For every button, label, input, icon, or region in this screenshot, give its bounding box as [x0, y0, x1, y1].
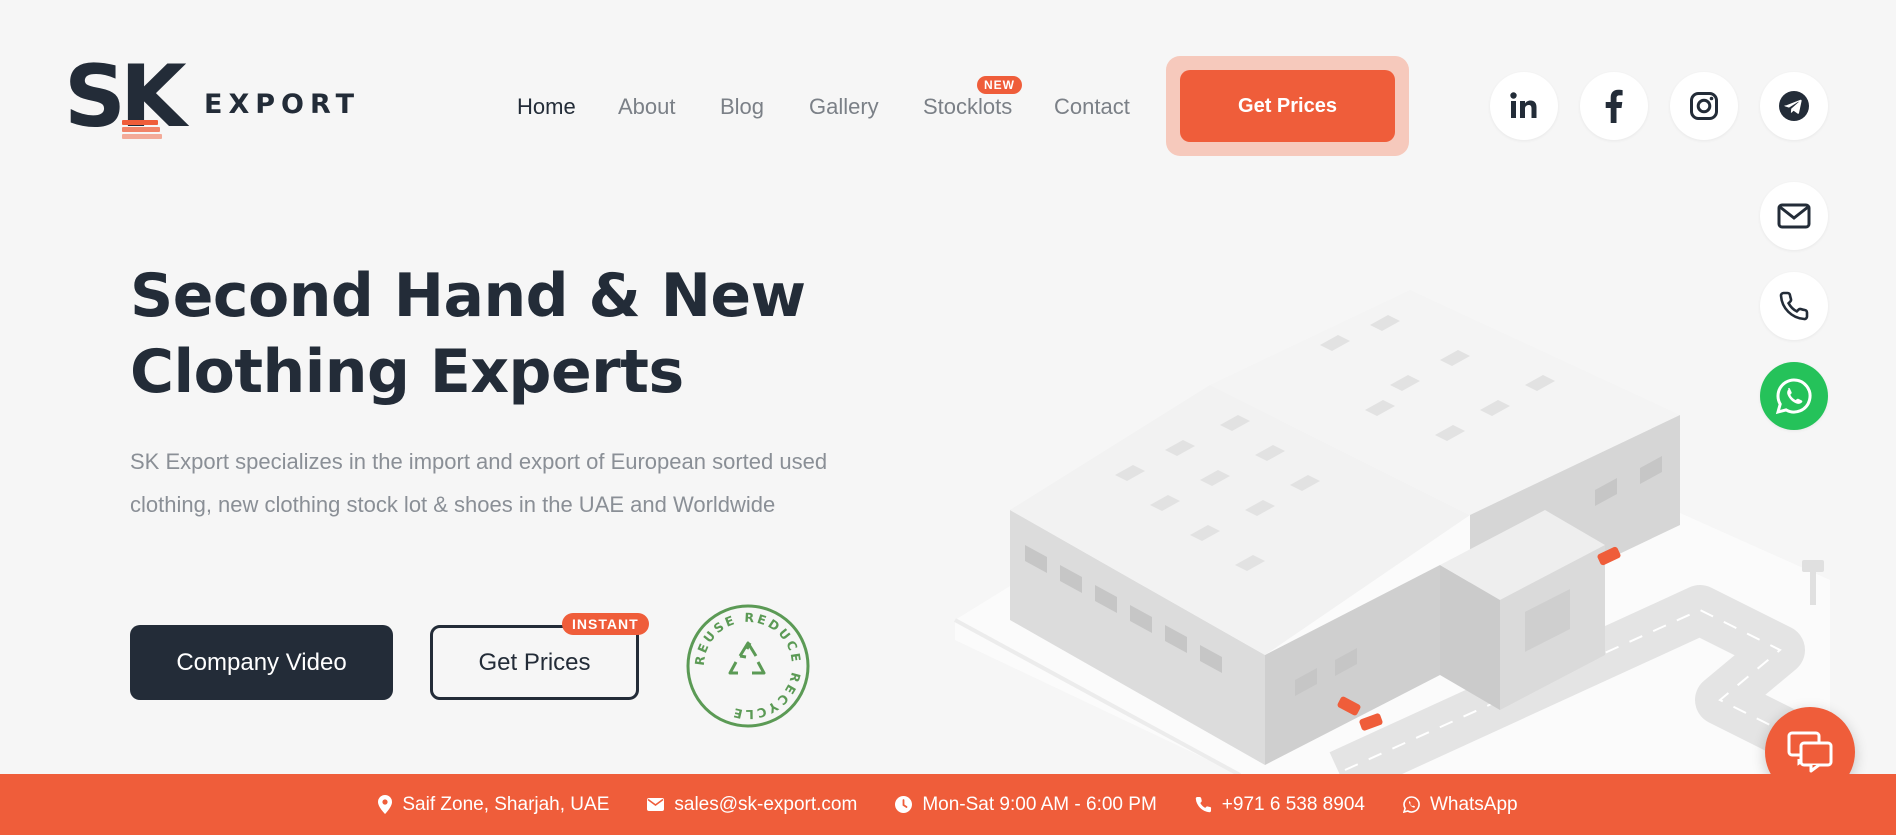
nav-blog[interactable]: Blog: [720, 94, 764, 120]
email-text[interactable]: sales@sk-export.com: [674, 794, 857, 816]
chat-icon: [1787, 731, 1833, 773]
address-text: Saif Zone, Sharjah, UAE: [402, 793, 610, 815]
nav-contact[interactable]: Contact: [1054, 94, 1130, 120]
whatsapp-text[interactable]: WhatsApp: [1430, 794, 1518, 816]
hours-item: Mon-Sat 9:00 AM - 6:00 PM: [895, 793, 1157, 816]
logo-stripes: [122, 120, 162, 141]
linkedin-icon: [1510, 92, 1537, 118]
phone-item[interactable]: +971 6 538 8904: [1195, 794, 1365, 816]
location-pin-icon: [378, 795, 393, 814]
recycle-seal: REUSE REDUCE RECYCLE: [686, 604, 810, 728]
new-badge: NEW: [977, 76, 1022, 94]
get-prices-button[interactable]: Get Prices: [1180, 70, 1395, 142]
email-button[interactable]: [1760, 182, 1828, 250]
whatsapp-item[interactable]: WhatsApp: [1402, 794, 1518, 816]
logo-wordmark: EXPORT: [204, 89, 360, 120]
email-icon: [1777, 203, 1811, 229]
address-item: Saif Zone, Sharjah, UAE: [378, 794, 609, 816]
telegram-icon: [1779, 91, 1809, 121]
get-prices-secondary-button[interactable]: Get Prices: [430, 625, 639, 700]
seal-text: REUSE REDUCE RECYCLE: [692, 610, 802, 722]
hero-description: SK Export specializes in the import and …: [130, 449, 828, 517]
nav-home[interactable]: Home: [517, 94, 576, 120]
clock-icon: [895, 796, 913, 813]
contact-info-bar: Saif Zone, Sharjah, UAE sales@sk-export.…: [0, 774, 1896, 835]
hours-text: Mon-Sat 9:00 AM - 6:00 PM: [922, 793, 1157, 815]
nav-gallery[interactable]: Gallery: [809, 94, 879, 120]
hero-title-line2: Clothing Experts: [130, 337, 684, 407]
get-prices-cta-wrap: Get Prices: [1166, 56, 1409, 156]
nav-stocklots[interactable]: Stocklots: [923, 94, 1012, 120]
instagram-icon: [1690, 92, 1718, 120]
logo[interactable]: SK EXPORT: [64, 54, 364, 146]
whatsapp-small-icon: [1402, 796, 1420, 813]
facebook-button[interactable]: [1580, 72, 1648, 140]
hero-title-line1: Second Hand & New: [130, 261, 806, 331]
recycle-icon: [728, 641, 766, 675]
phone-text[interactable]: +971 6 538 8904: [1222, 794, 1365, 816]
phone-small-icon: [1195, 796, 1211, 813]
telegram-button[interactable]: [1760, 72, 1828, 140]
nav-about[interactable]: About: [618, 94, 676, 120]
company-video-button[interactable]: Company Video: [130, 625, 393, 700]
facebook-icon: [1605, 89, 1623, 123]
linkedin-button[interactable]: [1490, 72, 1558, 140]
email-item[interactable]: sales@sk-export.com: [647, 794, 857, 816]
warehouse-illustration: [954, 290, 1832, 775]
svg-text:REUSE REDUCE RECYCLE: REUSE REDUCE RECYCLE: [692, 610, 804, 722]
instant-badge: INSTANT: [562, 613, 649, 635]
hero-title: Second Hand & New Clothing Experts: [130, 258, 850, 410]
instagram-button[interactable]: [1670, 72, 1738, 140]
envelope-icon: [647, 798, 665, 811]
